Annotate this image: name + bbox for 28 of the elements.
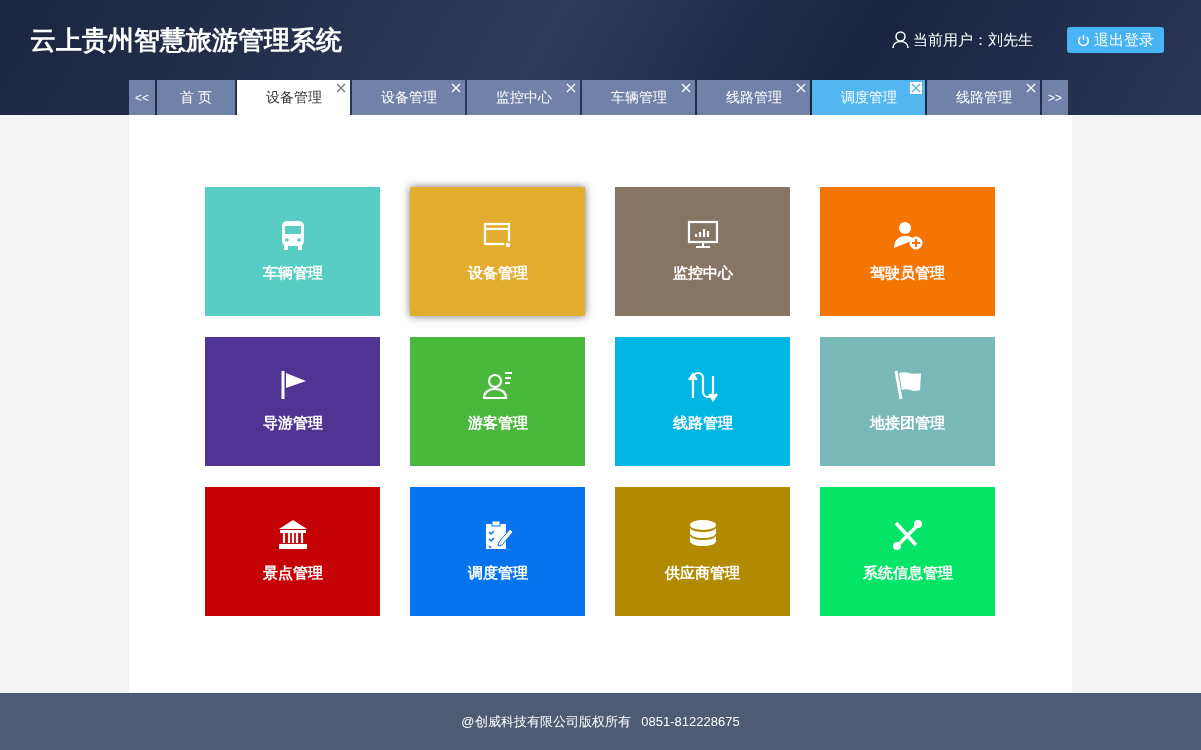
tab-scroll-left[interactable]: << [129, 80, 155, 115]
user-icon [892, 31, 909, 49]
module-tile[interactable]: 驾驶员管理 [820, 187, 995, 316]
close-icon[interactable] [335, 82, 347, 94]
power-icon [1077, 33, 1090, 47]
tab[interactable]: 设备管理 [352, 80, 465, 115]
tab[interactable]: 调度管理 [812, 80, 925, 115]
module-tile[interactable]: 调度管理 [410, 487, 585, 616]
module-tile[interactable]: 游客管理 [410, 337, 585, 466]
current-user-label: 当前用户：刘先生 [913, 29, 1033, 50]
tab[interactable]: 监控中心 [467, 80, 580, 115]
tab[interactable]: 线路管理 [697, 80, 810, 115]
module-tile[interactable]: 导游管理 [205, 337, 380, 466]
tab[interactable]: 线路管理 [927, 80, 1040, 115]
tab[interactable]: 设备管理 [237, 80, 350, 115]
tab[interactable]: 车辆管理 [582, 80, 695, 115]
module-tile[interactable]: 设备管理 [410, 187, 585, 316]
tab[interactable]: 首 页 [157, 80, 235, 115]
module-tile[interactable]: 线路管理 [615, 337, 790, 466]
module-tile[interactable]: 监控中心 [615, 187, 790, 316]
logout-button[interactable]: 退出登录 [1067, 27, 1164, 53]
module-tile[interactable]: 景点管理 [205, 487, 380, 616]
module-tile[interactable]: 地接团管理 [820, 337, 995, 466]
app-title: 云上贵州智慧旅游管理系统 [30, 23, 342, 57]
tab-scroll-right[interactable]: >> [1042, 80, 1068, 115]
close-icon[interactable] [910, 82, 922, 94]
module-tile[interactable]: 供应商管理 [615, 487, 790, 616]
footer-copyright: @创威科技有限公司版权所有 0851-812228675 [461, 712, 740, 731]
